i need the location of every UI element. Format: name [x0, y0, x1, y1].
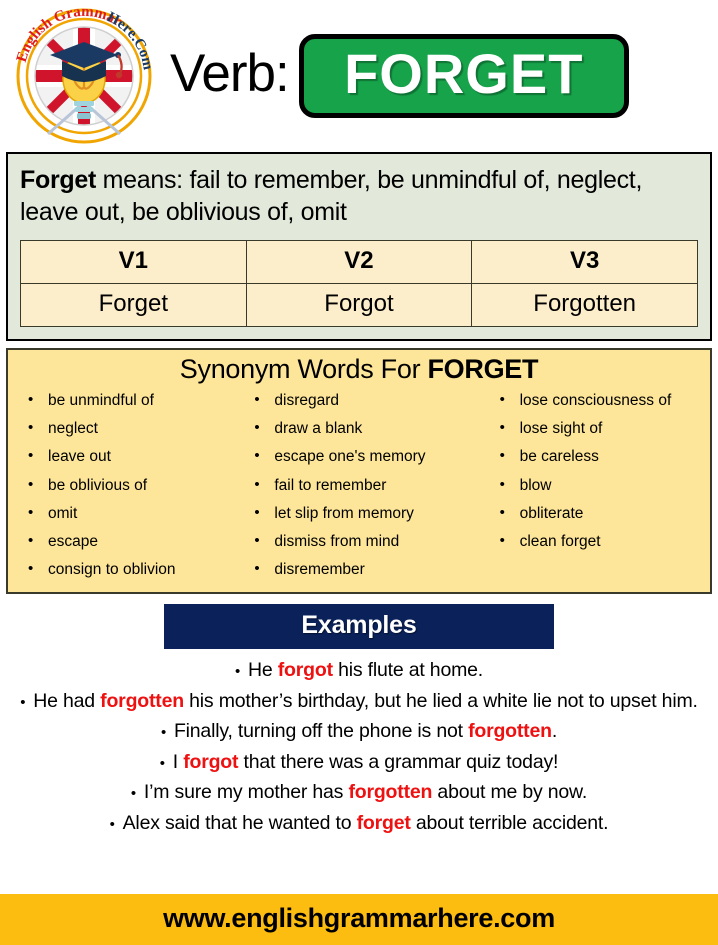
synonym-item: lose sight of [498, 414, 702, 443]
synonyms-columns: be unmindful ofneglectleave outbe oblivi… [16, 386, 702, 584]
definition-lead: means: [95, 166, 190, 194]
synonym-item: consign to oblivion [26, 555, 242, 584]
footer-url[interactable]: www.englishgrammarhere.com [163, 903, 555, 933]
example-text: I’m sure my mother has [143, 781, 349, 804]
synonym-item: dismiss from mind [252, 527, 475, 556]
example-text: about terrible accident. [410, 811, 609, 834]
examples-banner: Examples [164, 604, 554, 650]
example-text: I [172, 750, 184, 773]
column-header-v3: V3 [471, 240, 698, 284]
bullet-icon: • [159, 754, 173, 772]
synonym-item: be oblivious of [26, 471, 242, 500]
bullet-icon: • [235, 663, 248, 681]
example-text: . [551, 720, 558, 743]
example-highlight: forgot [183, 750, 239, 773]
site-logo[interactable]: English Grammar Here.Com [10, 6, 158, 146]
example-highlight: forget [356, 811, 411, 834]
synonyms-title-word: FORGET [427, 354, 539, 384]
example-highlight: forgotten [348, 781, 433, 804]
example-highlight: forgotten [100, 689, 184, 712]
definition-box: Forget means: fail to remember, be unmin… [6, 152, 712, 341]
synonym-item: let slip from memory [252, 499, 475, 528]
site-footer: www.englishgrammarhere.com [0, 894, 718, 945]
synonym-item: be unmindful of [26, 386, 242, 415]
example-text: He [248, 659, 278, 682]
bullet-icon: • [109, 815, 123, 833]
column-header-v2: V2 [245, 240, 473, 284]
synonym-item: escape [26, 527, 242, 556]
verb-label: Verb: [170, 44, 290, 104]
synonym-item: leave out [26, 442, 242, 471]
synonym-item: blow [498, 471, 702, 500]
examples-list: • He forgot his flute at home. • He had f… [6, 655, 712, 838]
example-item: • Finally, turning off the phone is not … [6, 716, 712, 746]
synonyms-box: Synonym Words For FORGET be unmindful of… [6, 348, 712, 595]
synonym-item: be careless [498, 442, 702, 471]
table-header-row: V1 V2 V3 [20, 240, 698, 284]
verb-forms-table: V1 V2 V3 Forget Forgot Forgotten [20, 240, 698, 327]
bullet-icon: • [130, 785, 144, 803]
column-header-v1: V1 [20, 240, 247, 284]
example-text: Alex said that he wanted to [122, 811, 357, 834]
example-item: • I forgot that there was a grammar quiz… [6, 747, 712, 777]
bullet-icon: • [20, 693, 34, 711]
synonym-item: escape one's memory [252, 442, 475, 471]
synonym-item: obliterate [498, 499, 702, 528]
definition-word: Forget [20, 166, 96, 194]
definition-text: Forget means: fail to remember, be unmin… [20, 164, 698, 228]
example-item: • He had forgotten his mother’s birthday… [6, 686, 712, 716]
example-highlight: forgot [277, 659, 333, 682]
synonym-item: omit [26, 499, 242, 528]
verb-title-area: Verb: FORGET [158, 33, 710, 119]
example-text: Finally, turning off the phone is not [173, 720, 469, 743]
example-item: • I’m sure my mother has forgotten about… [6, 777, 712, 807]
page-header: English Grammar Here.Com Verb: FORGET [0, 0, 718, 152]
synonym-item: draw a blank [252, 414, 475, 443]
synonym-item: fail to remember [252, 471, 475, 500]
synonym-item: neglect [26, 414, 242, 443]
cell-v1: Forget [20, 283, 247, 327]
example-text: his flute at home. [332, 659, 483, 682]
example-item: • Alex said that he wanted to forget abo… [6, 808, 712, 838]
example-text: about me by now. [432, 781, 588, 804]
synonyms-title-prefix: Synonym Words For [179, 354, 428, 384]
verb-word: FORGET [344, 41, 584, 105]
examples-section: Examples • He forgot his flute at home. •… [0, 604, 718, 838]
table-row: Forget Forgot Forgotten [20, 283, 698, 327]
synonym-item: disregard [252, 386, 475, 415]
example-highlight: forgotten [468, 720, 552, 743]
bullet-icon: • [160, 724, 174, 742]
synonym-item: disremember [252, 555, 475, 584]
example-item: • He forgot his flute at home. [6, 655, 712, 685]
verb-word-banner: FORGET [298, 33, 629, 119]
synonyms-column-1: be unmindful ofneglectleave outbe oblivi… [16, 386, 242, 584]
synonyms-title: Synonym Words For FORGET [16, 354, 702, 385]
cell-v3: Forgotten [471, 283, 698, 327]
cell-v2: Forgot [245, 283, 473, 327]
synonym-item: clean forget [498, 527, 702, 556]
synonym-item: lose consciousness of [498, 386, 702, 415]
synonyms-column-2: disregarddraw a blankescape one's memory… [242, 386, 475, 584]
example-text: his mother’s birthday, but he lied a whi… [183, 689, 698, 712]
synonyms-column-3: lose consciousness oflose sight ofbe car… [476, 386, 702, 584]
example-text: that there was a grammar quiz today! [238, 750, 559, 773]
example-text: He had [33, 689, 101, 712]
